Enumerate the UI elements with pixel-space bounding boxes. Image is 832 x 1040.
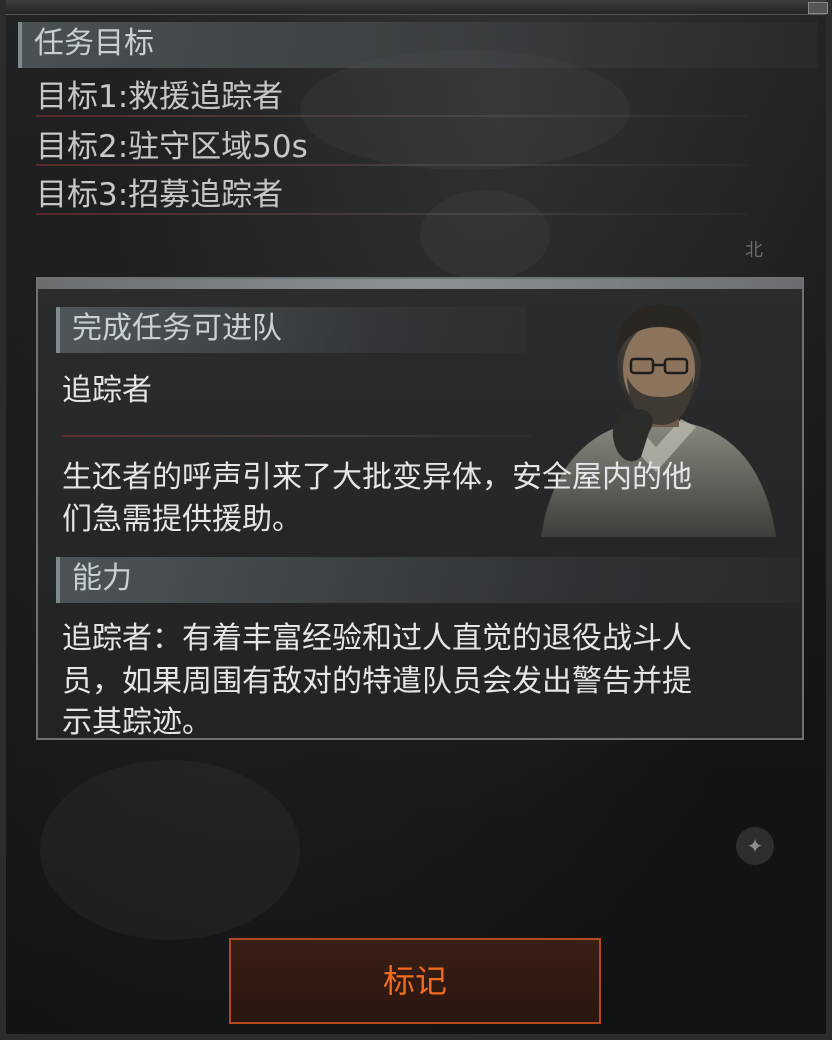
objective-item-3: 目标3:招募追踪者 bbox=[36, 177, 284, 213]
objective-divider bbox=[36, 213, 748, 215]
panel-top-bar bbox=[38, 279, 802, 289]
ability-header: 能力 bbox=[56, 557, 800, 603]
ability-description-line-3: 示其踪迹。 bbox=[62, 705, 212, 740]
compass-icon[interactable]: ✦ bbox=[736, 827, 774, 865]
mission-description-line-1: 生还者的呼声引来了大批变异体，安全屋内的他 bbox=[62, 460, 692, 495]
objective-divider bbox=[36, 164, 748, 166]
mission-screen: 北 任务目标 目标1:救援追踪者 目标2:驻守区域50s 目标3:招募追踪者 完… bbox=[0, 0, 832, 1040]
window-frame-top bbox=[0, 0, 832, 15]
window-frame-bottom bbox=[0, 1034, 832, 1040]
mission-description-line-2: 们急需提供援助。 bbox=[62, 502, 302, 537]
objective-divider bbox=[36, 115, 748, 117]
window-frame-right bbox=[826, 0, 832, 1040]
mark-button[interactable]: 标记 bbox=[229, 938, 601, 1024]
objective-item-1: 目标1:救援追踪者 bbox=[36, 79, 284, 115]
window-corner-handle bbox=[808, 2, 828, 14]
window-frame-left bbox=[0, 0, 6, 1040]
objectives-header: 任务目标 bbox=[18, 22, 818, 68]
map-north-label: 北 bbox=[745, 240, 763, 261]
objective-item-2: 目标2:驻守区域50s bbox=[36, 129, 308, 165]
ability-description-line-1: 追踪者：有着丰富经验和过人直觉的退役战斗人 bbox=[62, 621, 692, 656]
ability-description-line-2: 员，如果周围有敌对的特遣队员会发出警告并提 bbox=[62, 664, 692, 699]
character-name: 追踪者 bbox=[62, 373, 152, 408]
map-landmass bbox=[420, 190, 550, 280]
recruit-condition-header: 完成任务可进队 bbox=[56, 307, 526, 353]
map-landmass bbox=[40, 760, 300, 940]
panel-divider bbox=[62, 435, 532, 437]
recruit-info-panel: 完成任务可进队 追踪者 生还者的呼声引来了大批变异体，安全屋内的他 们急需提供援… bbox=[36, 277, 804, 740]
tracker-portrait bbox=[541, 304, 776, 537]
map-landmass bbox=[300, 50, 630, 170]
